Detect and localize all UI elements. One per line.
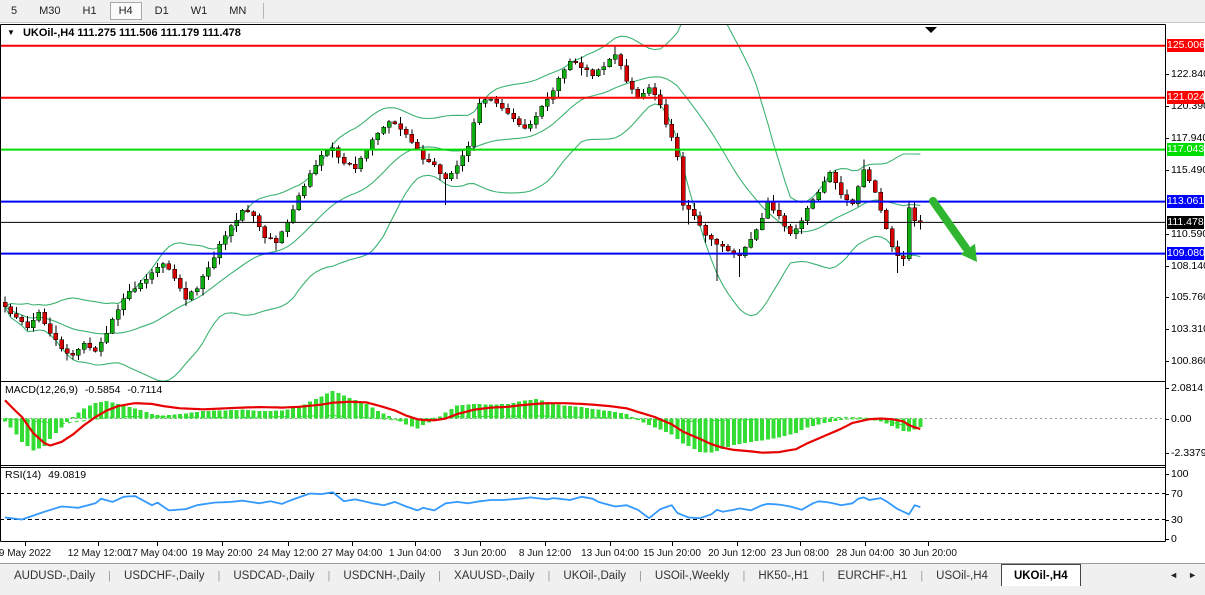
macd-tick--2.3379: -2.3379 <box>1171 447 1205 459</box>
time-label: 19 May 20:00 <box>192 548 253 559</box>
tab-divider: | <box>920 570 923 582</box>
time-label: 1 Jun 04:00 <box>389 548 441 559</box>
tab-divider: | <box>742 570 745 582</box>
rsi-value: 49.0819 <box>48 469 86 481</box>
symbol-dropdown-icon[interactable]: ▼ <box>7 28 15 37</box>
rsi-tick-100: 100 <box>1171 468 1189 480</box>
time-label: 13 Jun 04:00 <box>581 548 639 559</box>
ohlc-close: 111.478 <box>202 27 241 39</box>
tab-scroll-arrows: ◄ ► <box>1164 568 1202 582</box>
price-level-badge-109.080: 109.080 <box>1167 247 1204 260</box>
tab-divider: | <box>108 570 111 582</box>
time-label: 17 May 04:00 <box>127 548 188 559</box>
time-label: 20 Jun 12:00 <box>708 548 766 559</box>
chart-tab-audusd-daily[interactable]: AUDUSD-,Daily <box>12 567 97 585</box>
price-tick-108.140: 108.140 <box>1171 260 1205 272</box>
chart-tab-usoil-h4[interactable]: USOil-,H4 <box>934 567 990 585</box>
ohlc-open: 111.275 <box>77 27 116 39</box>
macd-signal-value: -0.7114 <box>127 384 162 396</box>
rsi-tick-70: 70 <box>1171 488 1183 500</box>
macd-indicator-label: MACD(12,26,9) -0.5854 -0.7114 <box>5 384 166 396</box>
ohlc-high: 111.506 <box>119 27 158 39</box>
symbol-label: UKOil-,H4 <box>23 27 74 39</box>
macd-name: MACD(12,26,9) <box>5 384 78 396</box>
rsi-name: RSI(14) <box>5 469 41 481</box>
chart-tab-hk50-h1[interactable]: HK50-,H1 <box>756 567 811 585</box>
price-tick-110.590: 110.590 <box>1171 228 1205 240</box>
price-level-badge-125.006: 125.006 <box>1167 39 1204 52</box>
tab-scroll-right-icon[interactable]: ► <box>1183 568 1202 582</box>
chart-tab-xauusd-daily[interactable]: XAUUSD-,Daily <box>452 567 537 585</box>
tab-divider: | <box>548 570 551 582</box>
tab-divider: | <box>639 570 642 582</box>
rsi-tick-0: 0 <box>1171 533 1177 545</box>
chart-tabs: AUDUSD-,Daily | USDCHF-,Daily | USDCAD-,Dail… <box>0 564 1081 587</box>
time-label: 3 Jun 20:00 <box>454 548 506 559</box>
time-label: 8 Jun 12:00 <box>519 548 571 559</box>
tab-divider: | <box>438 570 441 582</box>
tab-divider: | <box>328 570 331 582</box>
time-label: 27 May 04:00 <box>322 548 383 559</box>
tab-divider: | <box>218 570 221 582</box>
price-tick-117.940: 117.940 <box>1171 132 1205 144</box>
chart-tab-bar: AUDUSD-,Daily | USDCHF-,Daily | USDCAD-,Dail… <box>0 563 1205 587</box>
tab-divider: | <box>822 570 825 582</box>
time-label: 30 Jun 20:00 <box>899 548 957 559</box>
rsi-indicator-label: RSI(14) 49.0819 <box>5 469 90 481</box>
price-tick-103.310: 103.310 <box>1171 323 1205 335</box>
macd-value: -0.5854 <box>85 384 121 396</box>
tab-scroll-left-icon[interactable]: ◄ <box>1164 568 1183 582</box>
price-tick-105.760: 105.760 <box>1171 291 1205 303</box>
time-label: 23 Jun 08:00 <box>771 548 829 559</box>
time-label: 9 May 2022 <box>0 548 51 559</box>
chart-tab-ukoil-h4[interactable]: UKOil-,H4 <box>1001 564 1081 588</box>
price-tick-115.490: 115.490 <box>1171 164 1205 176</box>
price-tick-122.840: 122.840 <box>1171 68 1205 80</box>
chart-tab-usdchf-daily[interactable]: USDCHF-,Daily <box>122 567 207 585</box>
macd-tick-2.0814: 2.0814 <box>1171 382 1203 394</box>
time-label: 28 Jun 04:00 <box>836 548 894 559</box>
chart-tab-usdcad-daily[interactable]: USDCAD-,Daily <box>231 567 316 585</box>
chart-tab-usoil-weekly[interactable]: USOil-,Weekly <box>653 567 732 585</box>
price-level-badge-113.061: 113.061 <box>1167 195 1204 208</box>
current-price-badge: 111.478 <box>1167 216 1204 229</box>
mt4-window: 5M30H1H4D1W1MN ▼ UKOil-,H4 111.275 111.5… <box>0 0 1205 595</box>
chart-canvas <box>0 0 1205 563</box>
chart-tab-ukoil-daily[interactable]: UKOil-,Daily <box>561 567 628 585</box>
rsi-tick-30: 30 <box>1171 514 1183 526</box>
price-level-badge-121.024: 121.024 <box>1167 91 1204 104</box>
scroll-to-end-marker <box>925 27 937 33</box>
status-strip <box>0 586 1205 595</box>
chart-tab-eurchf-h1[interactable]: EURCHF-,H1 <box>836 567 910 585</box>
time-label: 15 Jun 20:00 <box>643 548 701 559</box>
chart-title: ▼ UKOil-,H4 111.275 111.506 111.179 111.… <box>7 27 241 39</box>
price-level-badge-117.043: 117.043 <box>1167 143 1204 156</box>
ohlc-low: 111.179 <box>161 27 200 39</box>
macd-tick-0.00: 0.00 <box>1171 413 1191 425</box>
time-label: 24 May 12:00 <box>258 548 319 559</box>
chart-tab-usdcnh-daily[interactable]: USDCNH-,Daily <box>341 567 427 585</box>
price-tick-100.860: 100.860 <box>1171 355 1205 367</box>
time-label: 12 May 12:00 <box>68 548 129 559</box>
